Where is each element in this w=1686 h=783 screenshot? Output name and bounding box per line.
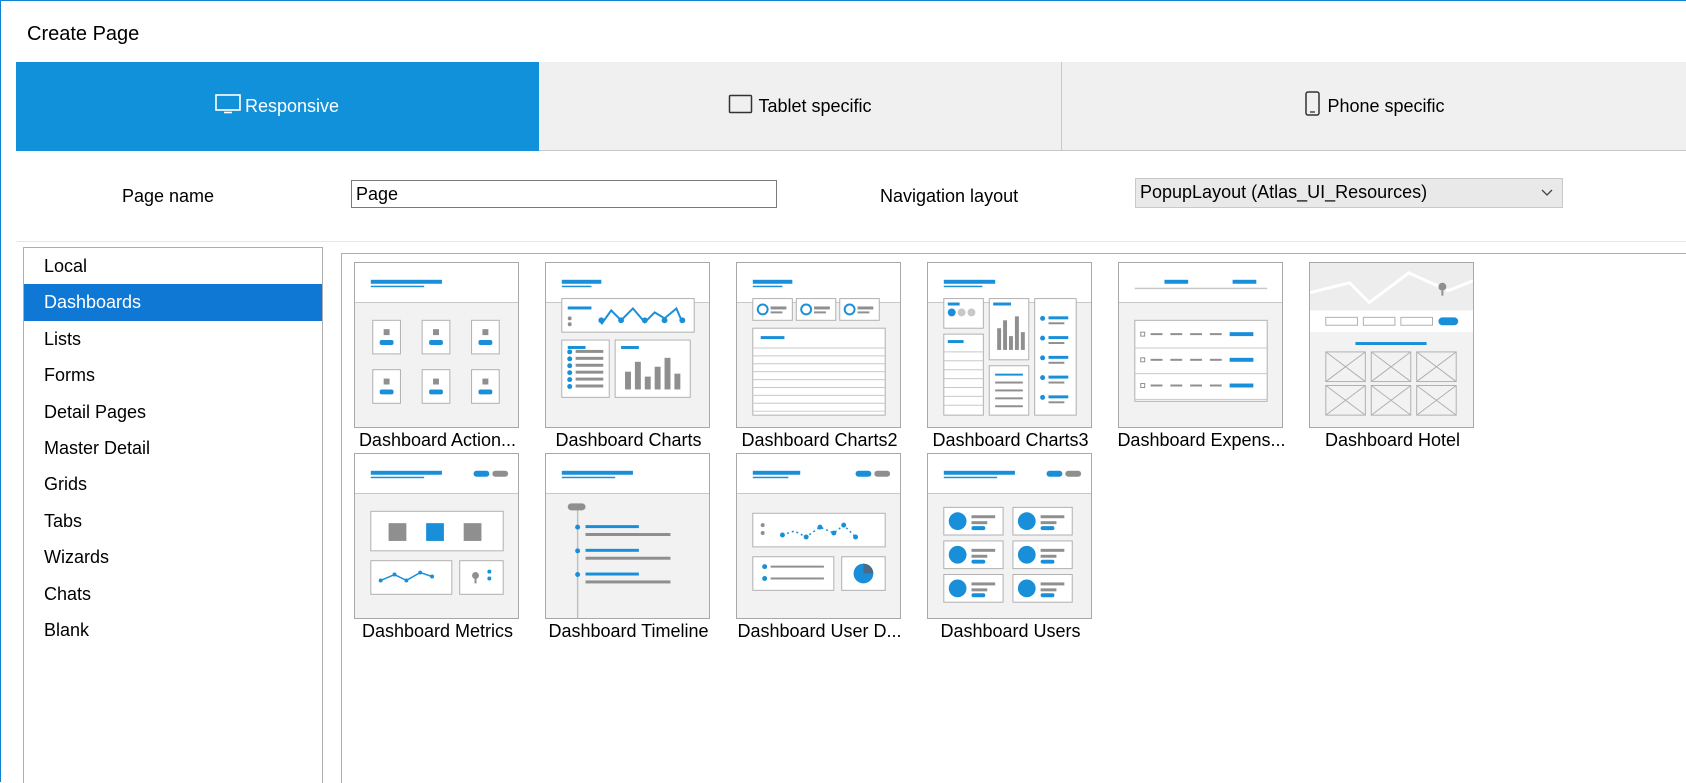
template-tile[interactable]: Dashboard Expens... bbox=[1106, 254, 1297, 450]
template-label: Dashboard Expens... bbox=[1117, 430, 1286, 450]
phone-icon bbox=[1303, 90, 1323, 122]
create-page-dialog: Create Page Responsive Tablet specific P… bbox=[0, 0, 1686, 783]
category-item-wizards[interactable]: Wizards bbox=[24, 539, 322, 575]
category-item-grids[interactable]: Grids bbox=[24, 466, 322, 502]
dialog-title: Create Page bbox=[27, 23, 140, 45]
page-settings-row: Page name Navigation layout PopupLayout … bbox=[16, 151, 1686, 242]
template-label: Dashboard Users bbox=[940, 621, 1081, 641]
tablet-icon bbox=[728, 94, 754, 119]
template-thumbnail bbox=[354, 453, 519, 619]
tab-label: Responsive bbox=[244, 95, 340, 116]
template-grid: Dashboard Action... Dashboard Charts Dashb… bbox=[341, 253, 1686, 783]
template-tile[interactable]: Dashboard User D... bbox=[724, 445, 915, 641]
category-item-master-detail[interactable]: Master Detail bbox=[24, 430, 322, 466]
tab-label: Tablet specific bbox=[758, 95, 872, 116]
tab-label: Phone specific bbox=[1327, 95, 1445, 116]
tab-responsive[interactable]: Responsive bbox=[16, 62, 539, 151]
category-item-dashboards[interactable]: Dashboards bbox=[24, 284, 322, 321]
title-bar: Create Page bbox=[13, 9, 1686, 61]
template-label: Dashboard Metrics bbox=[361, 621, 514, 641]
category-item-tabs[interactable]: Tabs bbox=[24, 503, 322, 539]
template-thumbnail bbox=[736, 453, 901, 619]
template-thumbnail bbox=[545, 453, 710, 619]
template-label: Dashboard Timeline bbox=[548, 621, 709, 641]
template-thumbnail bbox=[927, 453, 1092, 619]
template-thumbnail bbox=[736, 262, 901, 428]
template-tile[interactable]: Dashboard Users bbox=[915, 445, 1106, 641]
category-item-lists[interactable]: Lists bbox=[24, 321, 322, 357]
template-tile[interactable]: Dashboard Charts3 bbox=[915, 254, 1106, 450]
device-tabs: Responsive Tablet specific Phone specifi… bbox=[16, 62, 1686, 151]
template-tile[interactable]: Dashboard Metrics bbox=[342, 445, 533, 641]
template-thumbnail bbox=[1309, 262, 1474, 428]
tab-phone-specific[interactable]: Phone specific bbox=[1062, 62, 1686, 151]
chevron-down-icon bbox=[1540, 182, 1554, 207]
category-item-local[interactable]: Local bbox=[24, 248, 322, 284]
template-thumbnail bbox=[1118, 262, 1283, 428]
navigation-layout-value: PopupLayout (Atlas_UI_Resources) bbox=[1140, 182, 1428, 202]
template-label: Dashboard User D... bbox=[737, 621, 902, 641]
category-item-chats[interactable]: Chats bbox=[24, 576, 322, 612]
template-thumbnail bbox=[927, 262, 1092, 428]
navigation-layout-select[interactable]: PopupLayout (Atlas_UI_Resources) bbox=[1135, 178, 1563, 208]
template-label: Dashboard Hotel bbox=[1324, 430, 1461, 450]
monitor-icon bbox=[215, 93, 241, 119]
page-name-input[interactable] bbox=[351, 180, 777, 208]
category-item-blank[interactable]: Blank bbox=[24, 612, 322, 648]
template-tile[interactable]: Dashboard Hotel bbox=[1297, 254, 1488, 450]
template-tile[interactable]: Dashboard Action... bbox=[342, 254, 533, 450]
tab-tablet-specific[interactable]: Tablet specific bbox=[539, 62, 1062, 151]
page-name-label: Page name bbox=[122, 186, 215, 206]
template-tile[interactable]: Dashboard Charts bbox=[533, 254, 724, 450]
template-tile[interactable]: Dashboard Charts2 bbox=[724, 254, 915, 450]
template-thumbnail bbox=[354, 262, 519, 428]
category-item-detail-pages[interactable]: Detail Pages bbox=[24, 394, 322, 430]
navigation-layout-label: Navigation layout bbox=[880, 186, 1019, 206]
category-item-forms[interactable]: Forms bbox=[24, 357, 322, 393]
category-list: Local Dashboards Lists Forms Detail Pages Mas… bbox=[23, 247, 323, 783]
template-tile[interactable]: Dashboard Timeline bbox=[533, 445, 724, 641]
template-thumbnail bbox=[545, 262, 710, 428]
